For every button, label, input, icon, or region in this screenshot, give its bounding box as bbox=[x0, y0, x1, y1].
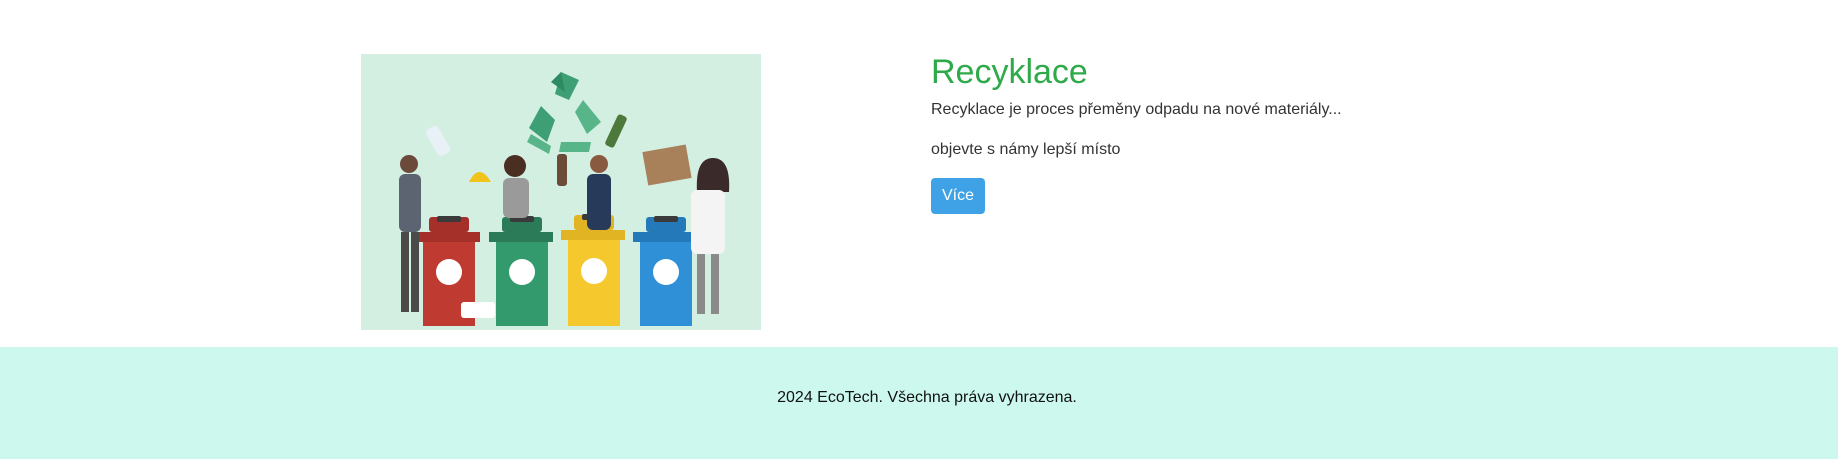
article-title: Recyklace bbox=[931, 53, 1088, 91]
person-middle-right bbox=[557, 114, 627, 230]
blue-bin bbox=[633, 216, 697, 326]
footer-text: 2024 EcoTech. Všechna práva vyhrazena. bbox=[777, 389, 1077, 406]
article: Recyklace Recyklace je proces přeměny od… bbox=[931, 50, 1342, 215]
recycling-illustration bbox=[361, 54, 761, 330]
article-description: Recyklace je proces přeměny odpadu na no… bbox=[931, 101, 1342, 119]
recycle-icon bbox=[527, 72, 601, 154]
footer: 2024 EcoTech. Všechna práva vyhrazena. bbox=[0, 347, 1838, 459]
more-button[interactable]: Více bbox=[931, 178, 986, 215]
person-middle-left bbox=[469, 155, 529, 218]
main-content: Recyklace Recyklace je proces přeměny od… bbox=[0, 0, 1838, 347]
recycling-illustration-graphic bbox=[399, 72, 730, 326]
yellow-bin bbox=[561, 214, 625, 326]
green-bin bbox=[489, 216, 553, 326]
article-tagline: objevte s námy lepší místo bbox=[931, 141, 1121, 159]
bottle-on-ground bbox=[461, 302, 495, 318]
